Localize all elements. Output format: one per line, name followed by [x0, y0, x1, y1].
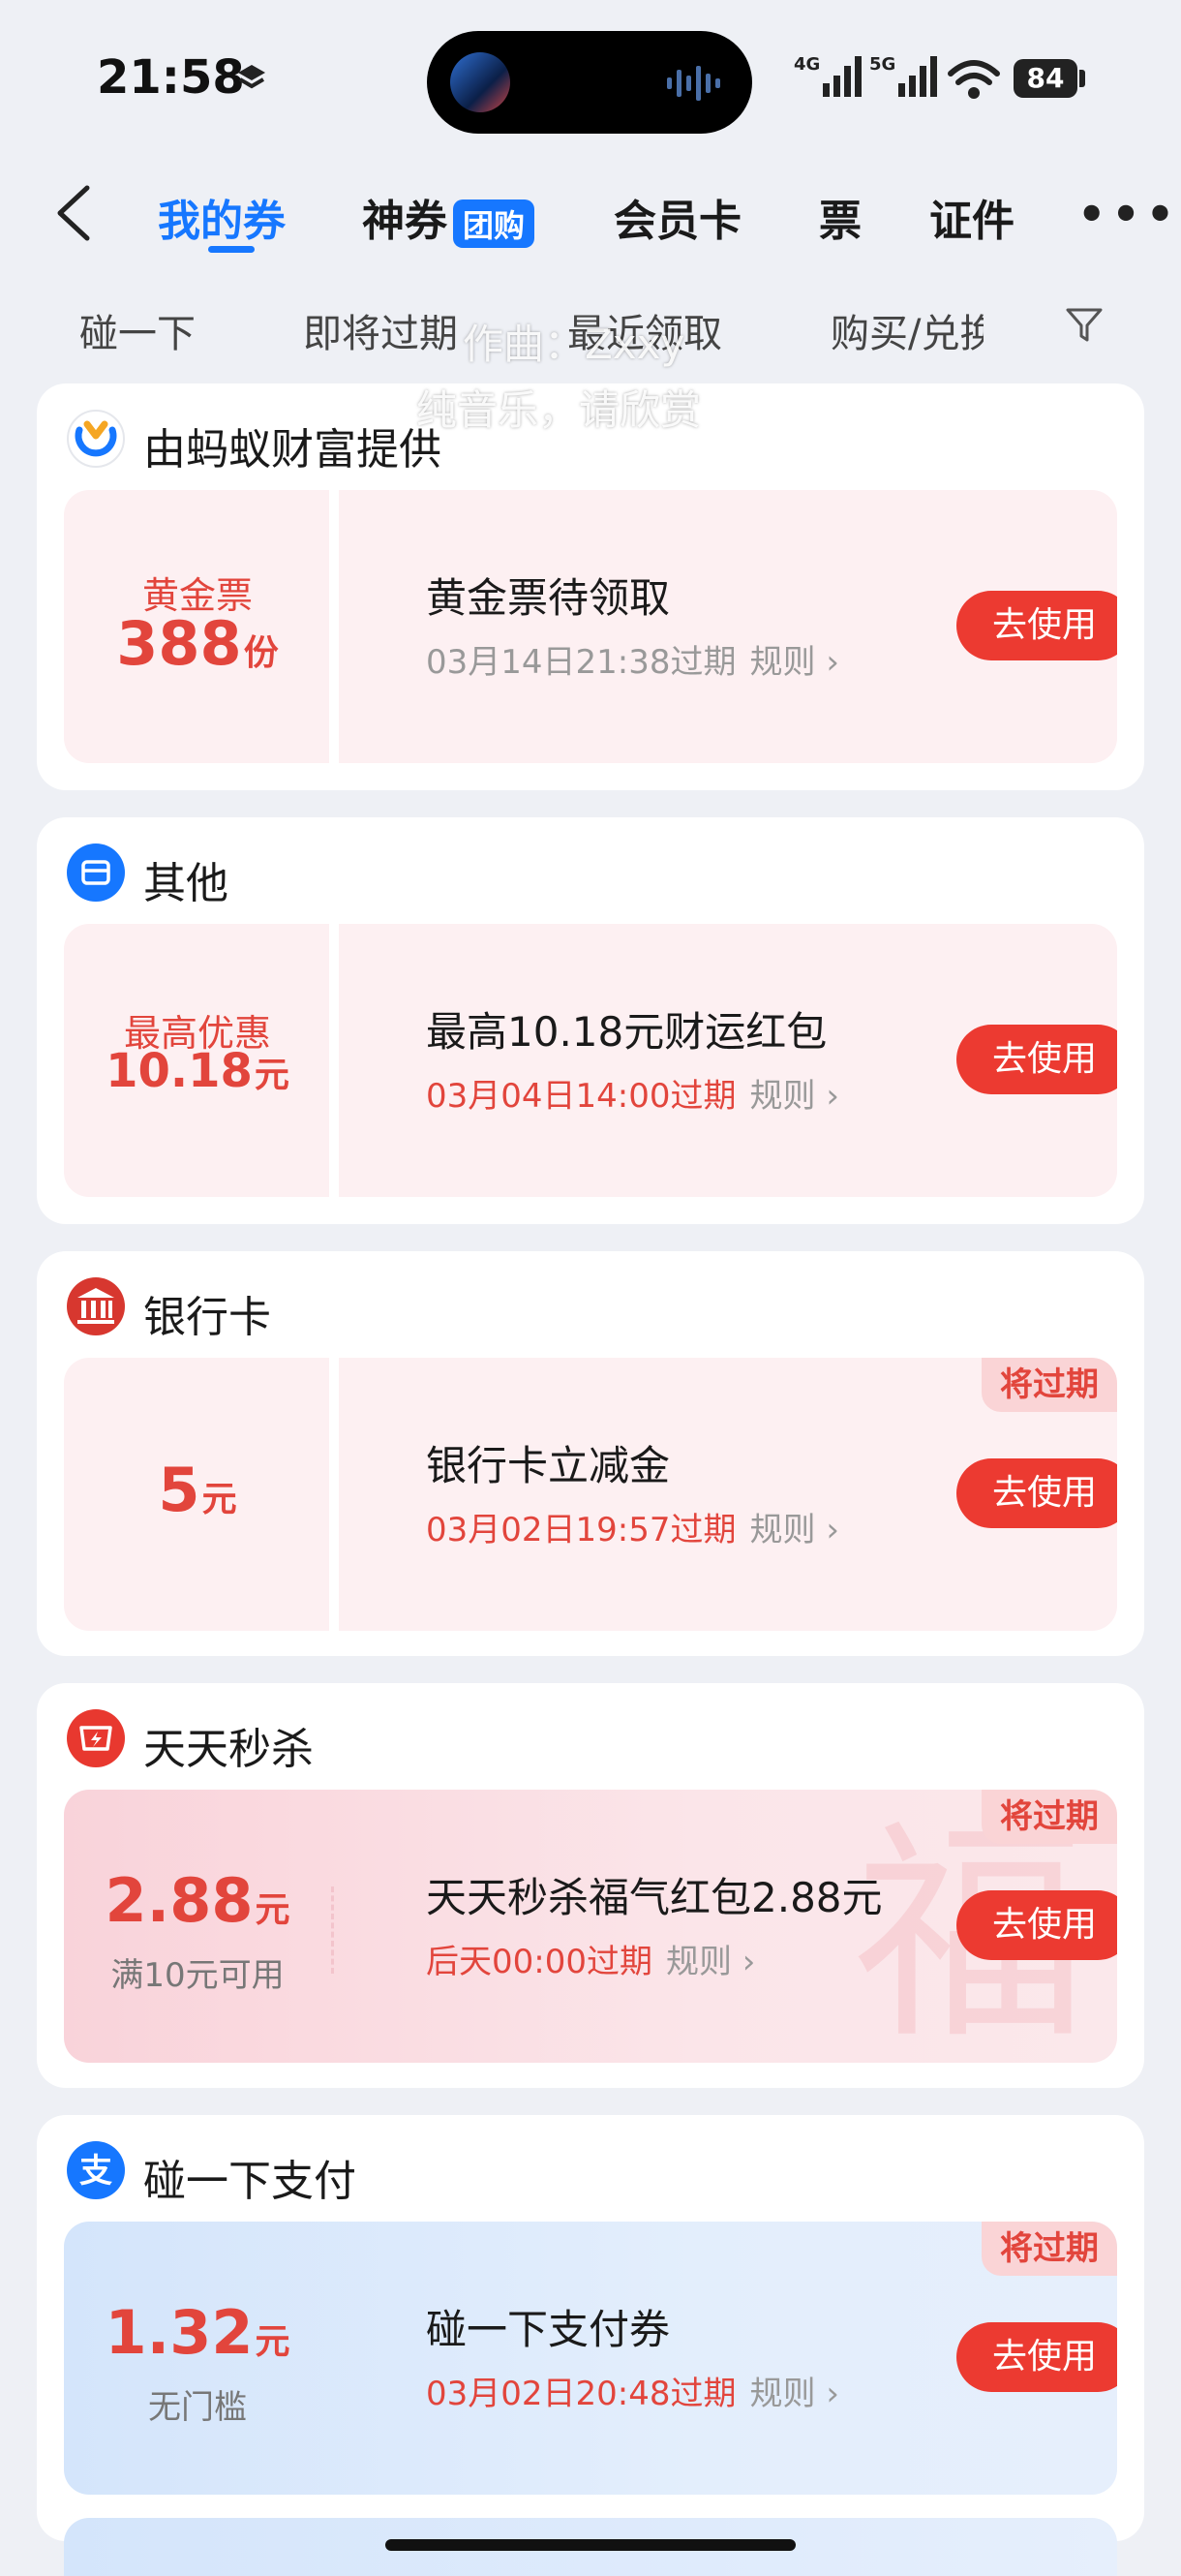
rule-link[interactable]: 规则 ›: [750, 1077, 839, 1116]
tab-super-coupons-label: 神券: [362, 197, 447, 246]
brand-name: 碰一下支付: [143, 2157, 356, 2206]
use-button[interactable]: 去使用: [956, 1025, 1117, 1094]
coupon-amount: 388份: [116, 608, 279, 679]
coupon-item[interactable]: 2.88元 满10元可用 福 天天秒杀福气红包2.88元 后天00:00过期规则…: [64, 1790, 1117, 2063]
filter-expiring[interactable]: 即将过期: [303, 302, 458, 358]
expiring-soon-badge: 将过期: [982, 1790, 1117, 1844]
tab-ids[interactable]: 证件: [929, 186, 1014, 248]
coupon-dash-divider: [331, 1886, 334, 1974]
audio-wave-icon: [667, 66, 720, 101]
coupon-expiry: 03月02日19:57过期 规则 ›: [426, 1511, 839, 1549]
rule-link[interactable]: 规则 ›: [666, 1943, 755, 1981]
active-tab-indicator: [208, 246, 255, 253]
more-menu-button[interactable]: •••: [1077, 192, 1180, 236]
brand-name: 其他: [143, 859, 228, 908]
rule-link[interactable]: 规则 ›: [750, 643, 839, 682]
coupon-expiry: 03月04日14:00过期 规则 ›: [426, 1077, 839, 1116]
coupon-item[interactable]: 黄金票 388份 黄金票待领取 03月14日21:38过期 规则 › 去使用: [64, 490, 1117, 763]
coupon-title: 天天秒杀福气红包2.88元: [426, 1874, 883, 1921]
ant-fortune-icon: [67, 410, 125, 468]
use-button[interactable]: 去使用: [956, 2322, 1117, 2392]
coupon-value-area: 最高优惠 10.18元: [64, 924, 331, 1197]
filter-funnel-icon[interactable]: [1065, 306, 1104, 345]
cellular-4g-icon: 4G: [794, 54, 862, 97]
wifi-icon: [948, 60, 1000, 99]
coupon-value-area: 2.88元 满10元可用: [64, 1790, 331, 2063]
tab-super-coupons[interactable]: 神券 团购: [362, 186, 535, 248]
filter-tap[interactable]: 碰一下: [79, 302, 196, 358]
coupon-item[interactable]: 5元 银行卡立减金 03月02日19:57过期 规则 › 去使用 将过期: [64, 1358, 1117, 1631]
top-nav: 我的券 神券 团购 会员卡 票 证件 •••: [0, 165, 1181, 261]
coupon-value-area: 5元: [64, 1358, 331, 1631]
coupon-item[interactable]: 最高优惠 10.18元 最高10.18元财运红包 03月04日14:00过期 规则…: [64, 924, 1117, 1197]
coupon-title: 最高10.18元财运红包: [426, 1008, 828, 1056]
coupon-amount: 10.18元: [106, 1044, 289, 1098]
tab-member-cards[interactable]: 会员卡: [614, 186, 742, 248]
coupon-condition: 无门槛: [148, 2388, 247, 2427]
back-chevron-icon[interactable]: [50, 184, 99, 242]
expiring-soon-badge: 将过期: [982, 1358, 1117, 1412]
dynamic-island[interactable]: [427, 31, 752, 134]
rule-link[interactable]: 规则 ›: [750, 1511, 839, 1549]
group-buy-badge: 团购: [453, 199, 535, 248]
svg-text:4G: 4G: [794, 54, 820, 75]
use-button[interactable]: 去使用: [956, 1890, 1117, 1960]
coupon-title: 碰一下支付券: [426, 2306, 671, 2353]
home-indicator[interactable]: [385, 2539, 796, 2551]
coupon-amount: 1.32元: [105, 2297, 290, 2368]
coupon-title: 银行卡立减金: [426, 1442, 671, 1489]
music-overlay-caption: 纯音乐，请欣赏: [416, 386, 702, 434]
bank-icon: [67, 1277, 125, 1335]
brand-name: 天天秒杀: [143, 1725, 314, 1774]
coupon-amount: 2.88元: [105, 1865, 290, 1936]
filter-purchased[interactable]: 购买/兑换: [831, 302, 984, 358]
svg-text:支: 支: [79, 2152, 112, 2191]
svg-text:5G: 5G: [869, 54, 895, 75]
coupon-value-area: 黄金票 388份: [64, 490, 331, 763]
coupon-expiry: 后天00:00过期 规则 ›: [426, 1943, 756, 1981]
status-time: 21:58: [97, 50, 245, 105]
tab-tickets[interactable]: 票: [819, 186, 862, 248]
tab-my-coupons[interactable]: 我的券: [158, 186, 286, 248]
coupon-info: 最高10.18元财运红包 03月04日14:00过期 规则 › 去使用: [337, 924, 1117, 1197]
coupon-condition: 满10元可用: [110, 1956, 285, 1995]
music-overlay-composer: 作曲：Zxxy: [463, 321, 685, 368]
coupon-card-tap-pay: 支 碰一下支付 1.32元 无门槛 碰一下支付券 03月02日20:48过期 规则…: [37, 2115, 1144, 2541]
coupon-info: 黄金票待领取 03月14日21:38过期 规则 › 去使用: [337, 490, 1117, 763]
coupon-amount: 5元: [158, 1455, 237, 1525]
layers-icon: [238, 65, 265, 89]
shop-icon: [67, 843, 125, 902]
coupon-card-flash-sale: 天天秒杀 2.88元 满10元可用 福 天天秒杀福气红包2.88元 后天00:0…: [37, 1683, 1144, 2088]
status-bar: 21:58 4G 5G 84: [0, 0, 1181, 155]
alipay-icon: 支: [67, 2141, 125, 2199]
battery-tip: [1079, 70, 1085, 87]
coupon-value-area: 1.32元 无门槛: [64, 2222, 331, 2495]
coupon-item[interactable]: 1.32元 无门槛 碰一下支付券 03月02日20:48过期 规则 › 去使用 将…: [64, 2222, 1117, 2495]
rule-link[interactable]: 规则 ›: [750, 2375, 839, 2413]
use-button[interactable]: 去使用: [956, 591, 1117, 660]
cellular-5g-icon: 5G: [869, 54, 937, 97]
brand-name: 由蚂蚁财富提供: [143, 425, 441, 475]
expiring-soon-badge: 将过期: [982, 2222, 1117, 2276]
use-button[interactable]: 去使用: [956, 1458, 1117, 1528]
brand-name: 银行卡: [143, 1293, 271, 1342]
coupon-title: 黄金票待领取: [426, 574, 671, 622]
coupon-card-other: 其他 最高优惠 10.18元 最高10.18元财运红包 03月04日14:00过…: [37, 817, 1144, 1224]
flash-sale-icon: [67, 1709, 125, 1767]
coupon-card-ant-fortune: 由蚂蚁财富提供 黄金票 388份 黄金票待领取 03月14日21:38过期 规则 …: [37, 383, 1144, 790]
coupon-card-bank: 银行卡 5元 银行卡立减金 03月02日19:57过期 规则 › 去使用 将过期: [37, 1251, 1144, 1656]
coupon-expiry: 03月14日21:38过期 规则 ›: [426, 643, 839, 682]
coupon-expiry: 03月02日20:48过期 规则 ›: [426, 2375, 839, 2413]
now-playing-artwork: [450, 52, 510, 112]
battery-indicator: 84: [1014, 59, 1077, 98]
